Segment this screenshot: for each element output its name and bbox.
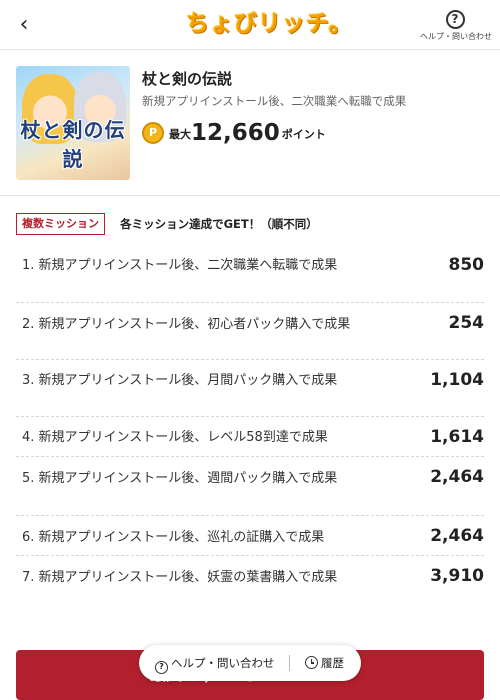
mission-text: 6. 新規アプリインストール後、巡礼の証購入で成果 bbox=[22, 530, 325, 545]
points-prefix: 最大 bbox=[169, 128, 191, 141]
chevron-left-icon[interactable]: ‹ bbox=[10, 10, 38, 40]
thumbnail-logo-text: 杖と剣の伝説 bbox=[20, 118, 126, 171]
app-subtitle: 新規アプリインストール後、二次職業へ転職で成果 bbox=[142, 94, 407, 108]
mission-row: 1. 新規アプリインストール後、二次職業へ転職で成果 850 bbox=[16, 245, 484, 303]
help-contact-button[interactable]: ? ヘルプ・問い合わせ bbox=[420, 8, 492, 42]
app-info-section: 杖と剣の伝説 杖と剣の伝説 新規アプリインストール後、二次職業へ転職で成果 P … bbox=[0, 50, 500, 196]
floating-history-button[interactable]: 履歴 bbox=[305, 645, 344, 681]
mission-points: 2,464 bbox=[430, 467, 484, 487]
floating-help-label: ヘルプ・問い合わせ bbox=[171, 656, 275, 670]
mission-text: 7. 新規アプリインストール後、妖霊の葉書購入で成果 bbox=[22, 570, 338, 585]
mission-points: 2,464 bbox=[430, 526, 484, 546]
chobirich-logo[interactable]: ちょびリッチ。 bbox=[186, 10, 353, 38]
top-header: ‹ ちょびリッチ。 ? ヘルプ・問い合わせ bbox=[0, 0, 500, 50]
mission-points: 254 bbox=[448, 313, 485, 333]
mission-points: 1,104 bbox=[430, 370, 484, 390]
mission-row: 2. 新規アプリインストール後、初心者パック購入で成果 254 bbox=[16, 303, 484, 360]
points-value: 12,660 bbox=[191, 120, 280, 146]
floating-divider bbox=[289, 655, 290, 671]
floating-history-label: 履歴 bbox=[321, 656, 344, 670]
mission-points: 3,910 bbox=[430, 566, 484, 586]
points-unit: ポイント bbox=[281, 128, 326, 141]
question-circle-icon: ? bbox=[445, 10, 465, 29]
mission-text: 2. 新規アプリインストール後、初心者パック購入で成果 bbox=[22, 317, 351, 332]
mission-row: 7. 新規アプリインストール後、妖霊の葉書購入で成果 3,910 bbox=[16, 556, 484, 614]
mission-row: 4. 新規アプリインストール後、レベル58到達で成果 1,614 bbox=[16, 417, 484, 457]
mission-row: 6. 新規アプリインストール後、巡礼の証購入で成果 2,464 bbox=[16, 516, 484, 556]
multi-mission-badge: 複数ミッション bbox=[16, 213, 105, 235]
mission-header: 複数ミッション 各ミッション達成でGET！（順不同） bbox=[16, 213, 318, 235]
history-icon bbox=[305, 656, 318, 669]
help-contact-label: ヘルプ・問い合わせ bbox=[420, 32, 492, 41]
mission-points: 1,614 bbox=[430, 427, 484, 447]
floating-nav-bar: ? ヘルプ・問い合わせ 履歴 bbox=[139, 645, 361, 681]
question-circle-icon: ? bbox=[155, 661, 168, 674]
app-thumbnail: 杖と剣の伝説 bbox=[16, 66, 130, 180]
mission-row: 3. 新規アプリインストール後、月間パック購入で成果 1,104 bbox=[16, 360, 484, 417]
mission-list: 1. 新規アプリインストール後、二次職業へ転職で成果 850 2. 新規アプリイ… bbox=[16, 245, 484, 614]
mission-text: 3. 新規アプリインストール後、月間パック購入で成果 bbox=[22, 373, 338, 388]
mission-points: 850 bbox=[448, 255, 485, 275]
mission-text: 4. 新規アプリインストール後、レベル58到達で成果 bbox=[22, 430, 328, 445]
app-title: 杖と剣の伝説 bbox=[142, 70, 233, 88]
mission-text: 1. 新規アプリインストール後、二次職業へ転職で成果 bbox=[22, 258, 338, 273]
max-points: 最大12,660 ポイント bbox=[169, 120, 326, 150]
floating-help-button[interactable]: ? ヘルプ・問い合わせ bbox=[155, 645, 275, 681]
coin-icon: P bbox=[142, 122, 164, 144]
mission-row: 5. 新規アプリインストール後、週間パック購入で成果 2,464 bbox=[16, 457, 484, 516]
mission-text: 5. 新規アプリインストール後、週間パック購入で成果 bbox=[22, 471, 338, 486]
mission-note: 各ミッション達成でGET！（順不同） bbox=[120, 217, 318, 231]
